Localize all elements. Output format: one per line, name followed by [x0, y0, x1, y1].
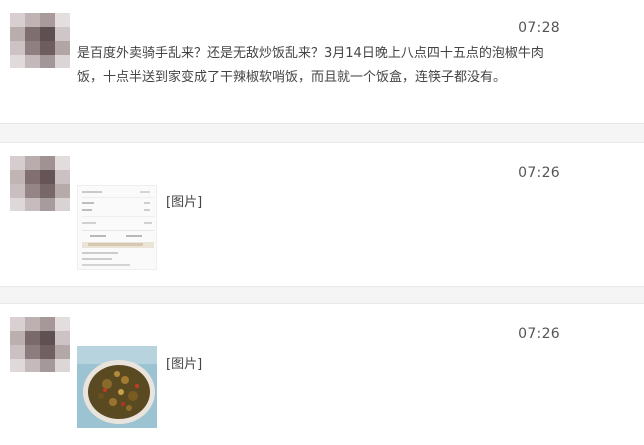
message-separator — [0, 286, 644, 304]
image-label: [图片] — [166, 195, 203, 210]
image-label: [图片] — [166, 357, 203, 372]
receipt-thumbnail-image[interactable] — [77, 185, 157, 270]
message-time: 07:26 — [518, 326, 560, 342]
message-item: 07:26 [图片] — [0, 143, 644, 286]
message-feed: 07:28 是百度外卖骑手乱来？还是无敌炒饭乱来？3月14日晚上八点四十五点的泡… — [0, 0, 644, 445]
food-thumbnail-image[interactable] — [77, 346, 157, 428]
message-text: 是百度外卖骑手乱来？还是无敌炒饭乱来？3月14日晚上八点四十五点的泡椒牛肉饭，十… — [77, 46, 544, 85]
avatar[interactable] — [10, 156, 70, 211]
receipt-thumbnail-graphic — [82, 191, 154, 266]
message-time: 07:26 — [518, 165, 560, 181]
food-thumbnail-graphic — [77, 346, 157, 428]
message-item: 07:26 [图片] — [0, 304, 644, 445]
message-separator — [0, 123, 644, 143]
message-item: 07:28 是百度外卖骑手乱来？还是无敌炒饭乱来？3月14日晚上八点四十五点的泡… — [0, 0, 644, 123]
message-time: 07:28 — [518, 20, 560, 36]
avatar[interactable] — [10, 317, 70, 372]
avatar[interactable] — [10, 13, 70, 68]
